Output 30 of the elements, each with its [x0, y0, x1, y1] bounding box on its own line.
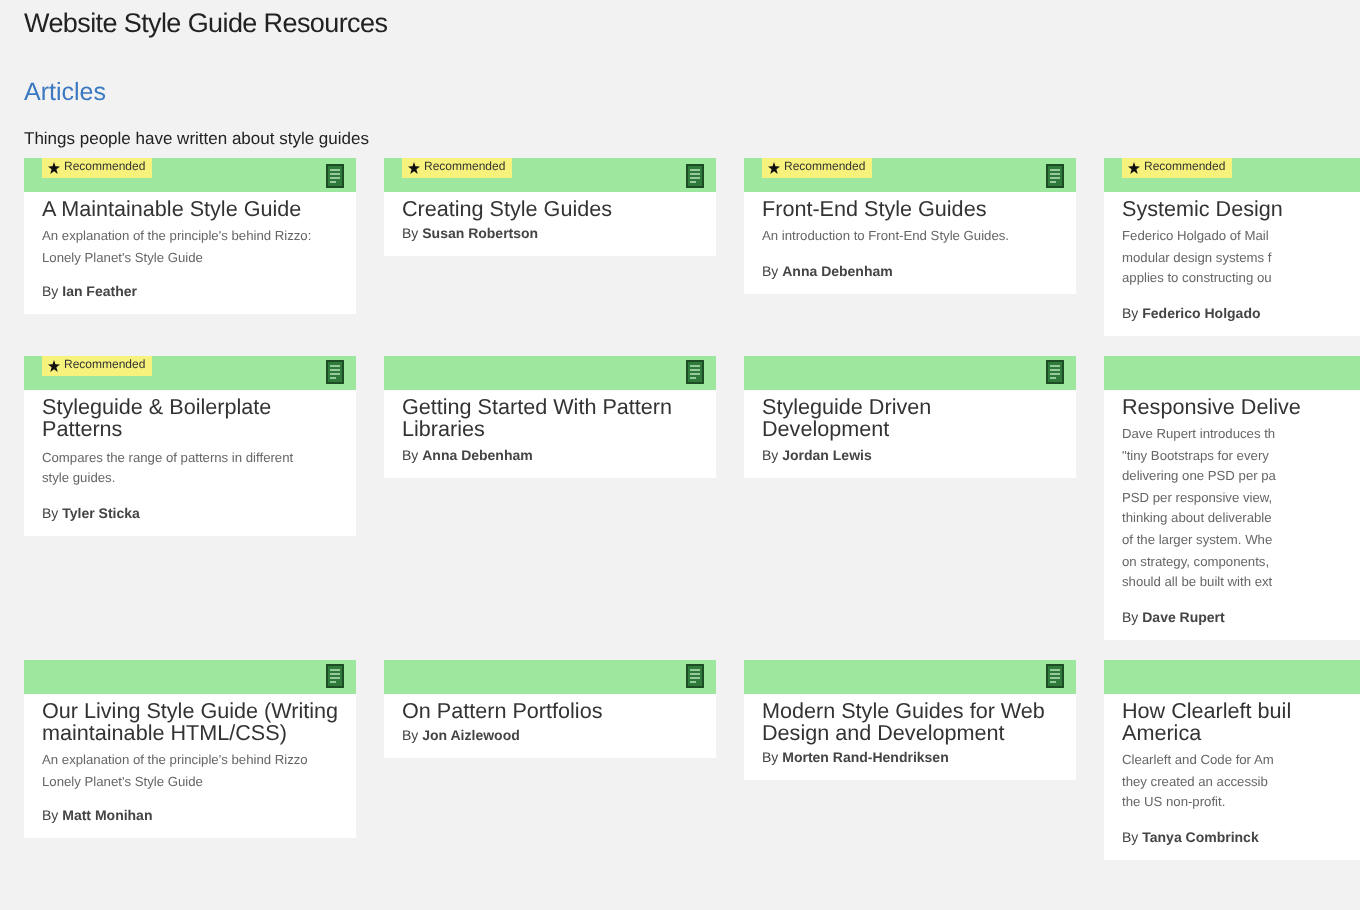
article-title: Responsive Delive	[1122, 397, 1303, 421]
page-title: Website Style Guide Resources	[24, 8, 390, 38]
articles-heading-link[interactable]: Articles	[24, 78, 106, 106]
star-icon	[408, 162, 420, 174]
article-title: A Maintainable Style Guide	[42, 200, 304, 223]
article-title: Getting Started With Pattern Libraries	[402, 397, 675, 444]
document-icon	[1046, 360, 1064, 385]
document-icon	[326, 664, 344, 689]
article-title: Systemic Design	[1122, 200, 1285, 223]
article-title: Creating Style Guides	[402, 200, 615, 223]
document-icon	[1046, 163, 1064, 187]
article-title: Modern Style Guides for Web Design and Development	[762, 701, 1047, 747]
star-icon	[768, 162, 780, 174]
document-icon	[686, 664, 704, 689]
document-icon	[326, 163, 344, 187]
article-title: Our Living Style Guide (Writing maintainable HTML/CSS)	[42, 701, 338, 747]
article-title: Front-End Style Guides	[762, 200, 989, 223]
document-icon	[326, 360, 344, 385]
star-icon	[48, 162, 60, 174]
section-intro: Things people have written about style guides	[24, 128, 371, 148]
article-title: On Pattern Portfolios	[402, 701, 605, 724]
document-icon	[686, 163, 704, 187]
article-title: Styleguide & Boilerplate Patterns	[42, 397, 274, 444]
article-title: How Clearleft buil America	[1122, 701, 1294, 747]
document-icon	[1046, 664, 1064, 689]
star-icon	[1128, 162, 1140, 174]
star-icon	[48, 359, 60, 372]
article-title: Styleguide Driven Development	[762, 397, 934, 444]
article-card[interactable]	[1104, 355, 1360, 640]
document-icon	[686, 360, 704, 385]
